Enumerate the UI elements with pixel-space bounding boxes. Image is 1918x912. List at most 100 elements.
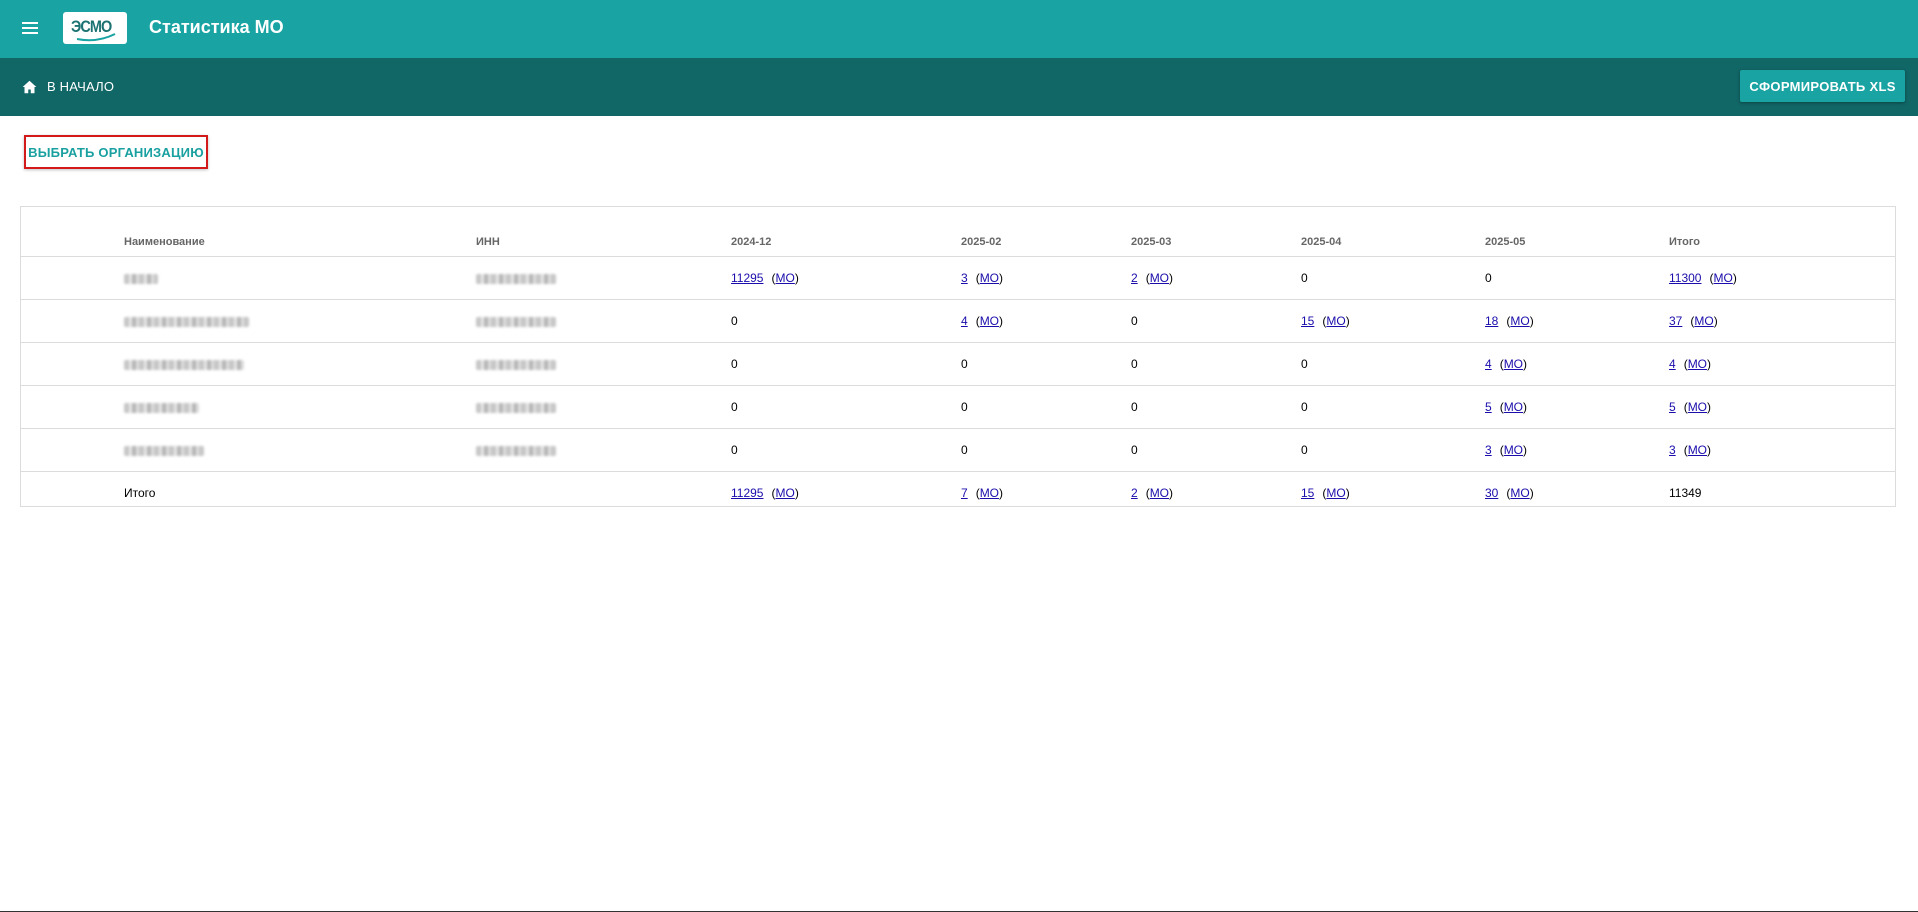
mo-link-wrapper: (МО) [1506,486,1534,500]
count-link[interactable]: 15 [1301,314,1314,328]
mo-link[interactable]: МО [775,486,794,500]
mo-link[interactable]: МО [980,486,999,500]
mo-link[interactable]: МО [1150,486,1169,500]
count-value: 0 [1301,357,1308,371]
count-value: 11349 [1669,486,1702,500]
stat-cell: 11295 (МО) [731,256,961,300]
mo-link[interactable]: МО [980,271,999,285]
inn-cell [476,299,731,343]
count-link[interactable]: 11300 [1669,271,1701,285]
table-row: 0 0 0 0 5 (МО) 5 (МО) [21,385,1895,429]
count-value: 0 [1301,271,1308,285]
row-spacer [21,256,124,300]
table-row: 0 0 0 0 4 (МО) 4 (МО) [21,342,1895,386]
stat-cell: 2 (МО) [1131,472,1301,515]
menu-icon[interactable] [20,19,42,37]
count-link[interactable]: 4 [1485,357,1492,371]
mo-link-wrapper: (МО) [1690,314,1718,328]
table-row: 11295 (МО) 3 (МО) 2 (МО) 0 0 11300 (МО) [21,256,1895,300]
mo-link-wrapper: (МО) [1499,443,1528,457]
count-link[interactable]: 3 [1485,443,1492,457]
row-spacer [21,299,124,343]
mo-link[interactable]: МО [1326,314,1345,328]
row-spacer [21,472,124,515]
mo-link-wrapper: (МО) [1683,443,1712,457]
stat-cell: 2 (МО) [1131,256,1301,300]
count-link[interactable]: 2 [1131,486,1138,500]
stat-cell: 0 [961,428,1131,472]
count-value: 0 [731,443,738,457]
mo-link[interactable]: МО [1688,357,1707,371]
count-value: 0 [1131,443,1138,457]
statistics-table: Наименование ИНН 2024-12 2025-02 2025-03 2025… [20,206,1896,507]
app-bar: ЭСМО Статистика МО [0,0,1918,58]
mo-link[interactable]: МО [980,314,999,328]
count-link[interactable]: 4 [961,314,968,328]
mo-link[interactable]: МО [775,271,794,285]
count-value: 0 [731,357,738,371]
redacted-inn [476,445,556,456]
generate-xls-button[interactable]: СФОРМИРОВАТЬ XLS [1740,70,1905,102]
row-spacer [21,385,124,429]
count-link[interactable]: 3 [961,271,968,285]
column-header: 2025-03 [1131,207,1301,257]
count-value: 0 [1485,271,1492,285]
stat-cell: 15 (МО) [1301,472,1485,515]
mo-link[interactable]: МО [1510,314,1529,328]
stat-cell: 11300 (МО) [1669,256,1895,300]
stat-cell: 30 (МО) [1485,472,1669,515]
home-label: В НАЧАЛО [47,79,115,94]
mo-link-wrapper: (МО) [1499,400,1528,414]
count-link[interactable]: 11295 [731,271,763,285]
stat-cell: 0 [961,385,1131,429]
mo-link[interactable]: МО [1504,357,1523,371]
count-link[interactable]: 18 [1485,314,1498,328]
total-label: Итого [124,486,156,500]
count-value: 0 [961,443,968,457]
app-logo[interactable]: ЭСМО [63,12,127,44]
count-link[interactable]: 11295 [731,486,763,500]
redacted-org-name [124,316,249,327]
mo-link-wrapper: (МО) [1145,486,1174,500]
mo-link[interactable]: МО [1713,271,1732,285]
mo-link-wrapper: (МО) [1145,271,1174,285]
column-header: Итого [1669,207,1895,257]
count-link[interactable]: 7 [961,486,968,500]
mo-link[interactable]: МО [1510,486,1529,500]
mo-link-wrapper: (МО) [975,486,1004,500]
home-icon [22,80,37,93]
count-link[interactable]: 5 [1485,400,1492,414]
stat-cell: 4 (МО) [1669,342,1895,386]
mo-link[interactable]: МО [1504,443,1523,457]
mo-link[interactable]: МО [1688,443,1707,457]
mo-link[interactable]: МО [1326,486,1345,500]
mo-link[interactable]: МО [1150,271,1169,285]
count-link[interactable]: 30 [1485,486,1498,500]
count-link[interactable]: 37 [1669,314,1682,328]
select-organization-button[interactable]: ВЫБРАТЬ ОРГАНИЗАЦИЮ [24,135,208,169]
count-link[interactable]: 2 [1131,271,1138,285]
stat-cell: 15 (МО) [1301,299,1485,343]
column-header: Наименование [124,207,476,257]
org-name-cell [124,428,476,472]
count-value: 0 [961,400,968,414]
count-link[interactable]: 5 [1669,400,1676,414]
inn-cell [476,256,731,300]
stat-cell: 0 [1131,385,1301,429]
home-link[interactable]: В НАЧАЛО [22,79,114,94]
count-link[interactable]: 15 [1301,486,1314,500]
mo-link[interactable]: МО [1694,314,1713,328]
inn-cell [476,342,731,386]
stat-cell: 0 [1131,342,1301,386]
count-link[interactable]: 4 [1669,357,1676,371]
org-name-cell [124,342,476,386]
table-row: 0 4 (МО) 0 15 (МО) 18 (МО) 37 (МО) [21,299,1895,343]
mo-link[interactable]: МО [1688,400,1707,414]
stat-cell: 11295 (МО) [731,472,961,515]
count-link[interactable]: 3 [1669,443,1676,457]
redacted-org-name [124,359,244,370]
stat-cell: 4 (МО) [1485,342,1669,386]
total-row: Итого 11295 (МО) 7 (МО) 2 (МО) 15 (МО) 30 (МО) 1134… [21,472,1895,515]
mo-link[interactable]: МО [1504,400,1523,414]
stat-cell: 3 (МО) [1485,428,1669,472]
